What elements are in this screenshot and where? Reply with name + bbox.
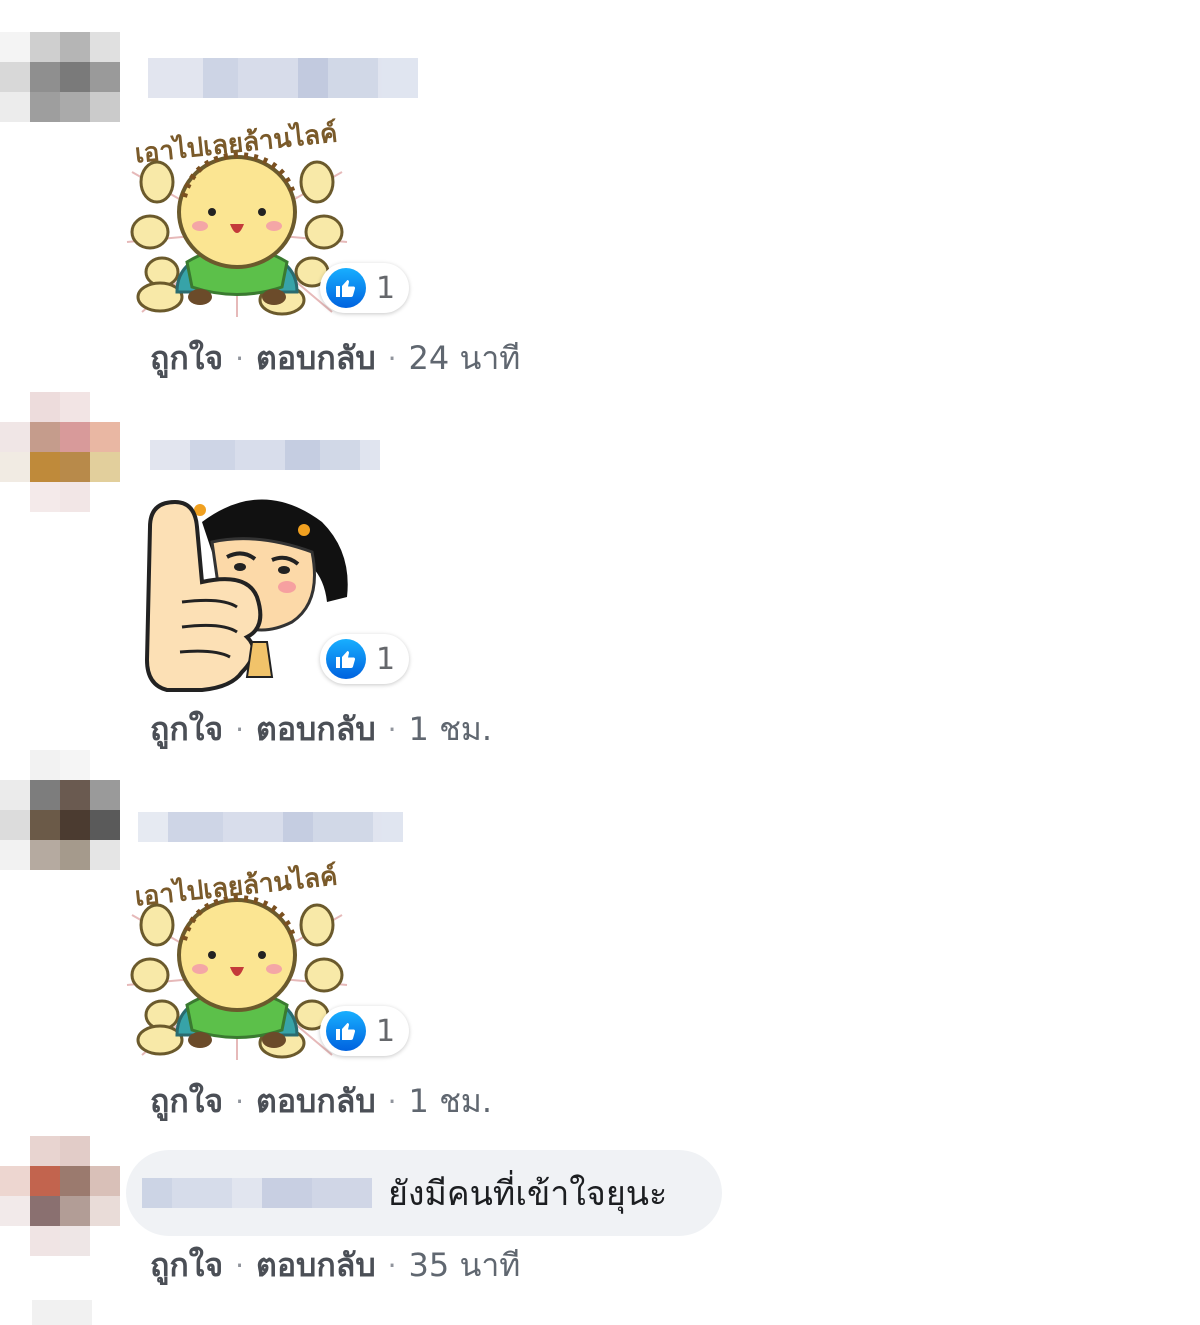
comment-timestamp[interactable]: 1 ชม. xyxy=(409,1076,493,1127)
like-count: 1 xyxy=(376,1013,396,1049)
author-name-blurred[interactable] xyxy=(150,440,380,470)
separator-dot: · xyxy=(387,342,397,375)
separator-dot: · xyxy=(387,1085,397,1118)
thumbs-up-icon xyxy=(326,1011,366,1051)
separator-dot: · xyxy=(235,1085,245,1118)
separator-dot: · xyxy=(387,1249,397,1282)
avatar[interactable] xyxy=(32,1300,92,1325)
avatar[interactable] xyxy=(0,392,120,512)
reply-link[interactable]: ตอบกลับ xyxy=(256,1240,376,1291)
like-reaction-badge[interactable]: 1 xyxy=(320,634,410,684)
comment-actions: ถูกใจ · ตอบกลับ · 35 นาที xyxy=(150,1240,520,1291)
author-name-blurred[interactable] xyxy=(142,1178,372,1208)
thumbs-up-icon xyxy=(326,268,366,308)
like-link[interactable]: ถูกใจ xyxy=(150,1076,223,1127)
separator-dot: · xyxy=(235,1249,245,1282)
separator-dot: · xyxy=(235,713,245,746)
like-reaction-badge[interactable]: 1 xyxy=(320,1006,410,1056)
sticker-chick-million-likes: เอาไปเลยล้านไลค์ xyxy=(122,112,352,322)
like-count: 1 xyxy=(376,270,396,306)
comment-actions: ถูกใจ · ตอบกลับ · 1 ชม. xyxy=(150,704,492,755)
comment-text: ยังมีคนที่เข้าใจยุนะ xyxy=(388,1174,668,1214)
author-name-blurred[interactable] xyxy=(138,812,403,842)
comment-timestamp[interactable]: 35 นาที xyxy=(409,1240,521,1291)
comment-actions: ถูกใจ · ตอบกลับ · 1 ชม. xyxy=(150,1076,492,1127)
comment-timestamp[interactable]: 1 ชม. xyxy=(409,704,493,755)
avatar[interactable] xyxy=(0,750,120,870)
avatar[interactable] xyxy=(0,32,120,152)
comment-timestamp[interactable]: 24 นาที xyxy=(409,333,521,384)
sticker-girl-thumbs-up xyxy=(122,482,352,697)
reply-link[interactable]: ตอบกลับ xyxy=(256,704,376,755)
comment-actions: ถูกใจ · ตอบกลับ · 24 นาที xyxy=(150,333,520,384)
like-link[interactable]: ถูกใจ xyxy=(150,704,223,755)
avatar[interactable] xyxy=(0,1136,120,1256)
like-count: 1 xyxy=(376,641,396,677)
sticker-chick-million-likes: เอาไปเลยล้านไลค์ xyxy=(122,855,352,1065)
separator-dot: · xyxy=(387,713,397,746)
thumbs-up-icon xyxy=(326,639,366,679)
comment-bubble: ยังมีคนที่เข้าใจยุนะ xyxy=(126,1150,722,1236)
reply-link[interactable]: ตอบกลับ xyxy=(256,1076,376,1127)
like-link[interactable]: ถูกใจ xyxy=(150,333,223,384)
like-link[interactable]: ถูกใจ xyxy=(150,1240,223,1291)
separator-dot: · xyxy=(235,342,245,375)
author-name-blurred[interactable] xyxy=(148,58,418,98)
like-reaction-badge[interactable]: 1 xyxy=(320,263,410,313)
reply-link[interactable]: ตอบกลับ xyxy=(256,333,376,384)
